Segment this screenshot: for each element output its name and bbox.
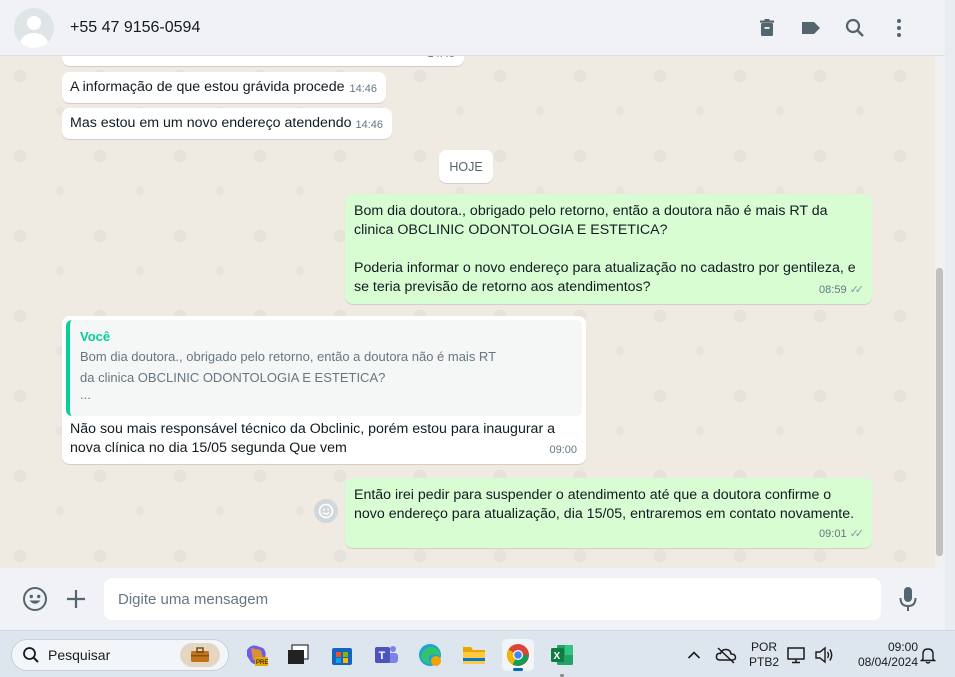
chat-header: +55 47 9156-0594 bbox=[0, 0, 945, 56]
quoted-author: Você bbox=[80, 329, 111, 344]
plus-icon[interactable] bbox=[55, 578, 97, 620]
message-incoming-reply[interactable]: Você Bom dia doutora., obrigado pelo ret… bbox=[62, 316, 586, 464]
task-view-icon[interactable] bbox=[282, 639, 314, 671]
message-line: nova clínica no dia 15/05 segunda Que ve… bbox=[70, 440, 347, 456]
message-partial: 14:45 bbox=[62, 56, 464, 66]
message-time: 08:59 ✓✓ bbox=[819, 281, 865, 300]
read-ticks-icon: ✓✓ bbox=[849, 528, 865, 540]
excel-icon[interactable]: X bbox=[546, 639, 578, 671]
menu-icon[interactable] bbox=[877, 8, 921, 48]
file-explorer-icon[interactable] bbox=[458, 639, 490, 671]
message-time: 09:01 ✓✓ bbox=[819, 525, 865, 544]
message-line: se teria previsão de retorno aos atendim… bbox=[354, 279, 651, 295]
message-line bbox=[354, 240, 863, 259]
read-ticks-icon: ✓✓ bbox=[849, 284, 865, 296]
quoted-line: Bom dia doutora., obrigado pelo retorno,… bbox=[80, 349, 497, 364]
message-line: Bom dia doutora., obrigado pelo retorno,… bbox=[354, 203, 828, 219]
contact-avatar[interactable] bbox=[14, 7, 54, 48]
delete-icon[interactable] bbox=[745, 8, 789, 48]
date-chip: HOJE bbox=[439, 150, 493, 183]
emoji-reaction-icon[interactable] bbox=[314, 499, 338, 523]
message-incoming[interactable]: Mas estou em um novo endereço atendendo … bbox=[62, 108, 392, 139]
clock[interactable]: 09:00 08/04/2024 bbox=[846, 640, 918, 670]
composer bbox=[0, 568, 945, 630]
active-app-indicator bbox=[513, 668, 523, 671]
windows-taskbar: Pesquisar PRE T X POR PTB2 09:00 08/04/2… bbox=[0, 630, 955, 677]
teams-icon[interactable]: T bbox=[370, 639, 402, 671]
message-incoming[interactable]: A informação de que estou grávida proced… bbox=[62, 72, 386, 103]
message-time-text: 09:01 bbox=[819, 528, 847, 540]
message-line: Não sou mais responsável técnico da Obcl… bbox=[70, 421, 556, 437]
message-time-text: 08:59 bbox=[819, 284, 847, 296]
conversation-panel: 14:45 A informação de que estou grávida … bbox=[0, 56, 945, 568]
message-time: 14:45 bbox=[427, 56, 455, 64]
svg-text:PRE: PRE bbox=[256, 660, 268, 666]
contact-name[interactable]: +55 47 9156-0594 bbox=[70, 19, 200, 37]
quoted-message[interactable]: Você Bom dia doutora., obrigado pelo ret… bbox=[66, 320, 582, 416]
search-icon[interactable] bbox=[833, 8, 877, 48]
keyboard-layout: PTB2 bbox=[748, 655, 779, 669]
copilot-icon[interactable]: PRE bbox=[240, 639, 272, 671]
onedrive-offline-icon[interactable] bbox=[710, 639, 742, 671]
svg-text:T: T bbox=[379, 650, 386, 662]
quoted-line: ... bbox=[80, 387, 91, 402]
store-icon[interactable] bbox=[326, 639, 358, 671]
edge-icon[interactable] bbox=[414, 639, 446, 671]
briefcase-icon bbox=[180, 643, 220, 667]
svg-text:X: X bbox=[554, 651, 561, 662]
message-line: Então irei pedir para suspender o atendi… bbox=[354, 487, 832, 503]
message-input[interactable] bbox=[104, 578, 881, 620]
message-line: novo endereço para atualização, dia 15/0… bbox=[354, 506, 855, 522]
label-icon[interactable] bbox=[789, 8, 833, 48]
message-time: 09:00 bbox=[549, 444, 577, 456]
chrome-icon[interactable] bbox=[502, 639, 534, 671]
taskbar-search-label: Pesquisar bbox=[48, 647, 111, 663]
volume-icon[interactable] bbox=[812, 639, 836, 671]
message-outgoing[interactable]: Então irei pedir para suspender o atendi… bbox=[345, 478, 872, 548]
message-time: 14:46 bbox=[349, 83, 377, 95]
clock-time: 09:00 bbox=[887, 640, 918, 654]
language-code: POR bbox=[750, 640, 777, 654]
message-text: A informação de que estou grávida proced… bbox=[70, 79, 345, 95]
microphone-icon[interactable] bbox=[887, 578, 929, 620]
header-actions bbox=[745, 8, 921, 48]
emoji-icon[interactable] bbox=[14, 578, 56, 620]
notification-bell-icon[interactable] bbox=[914, 639, 942, 671]
input-language[interactable]: POR PTB2 bbox=[746, 640, 782, 670]
network-icon[interactable] bbox=[786, 639, 806, 671]
message-line: Poderia informar o novo endereço para at… bbox=[354, 260, 856, 276]
message-text: Mas estou em um novo endereço atendendo bbox=[70, 115, 352, 131]
taskbar-search[interactable]: Pesquisar bbox=[11, 639, 229, 671]
search-icon bbox=[23, 647, 39, 663]
quoted-line: da clinica OBCLINIC ODONTOLOGIA E ESTETI… bbox=[80, 370, 386, 385]
message-line: clinica OBCLINIC ODONTOLOGIA E ESTETICA? bbox=[354, 222, 668, 238]
chevron-up-icon[interactable] bbox=[678, 639, 710, 671]
clock-date: 08/04/2024 bbox=[857, 655, 918, 669]
message-outgoing[interactable]: Bom dia doutora., obrigado pelo retorno,… bbox=[345, 194, 872, 304]
window-edge bbox=[945, 0, 955, 630]
message-time: 14:46 bbox=[355, 119, 383, 131]
scrollbar-thumb[interactable] bbox=[936, 268, 943, 556]
